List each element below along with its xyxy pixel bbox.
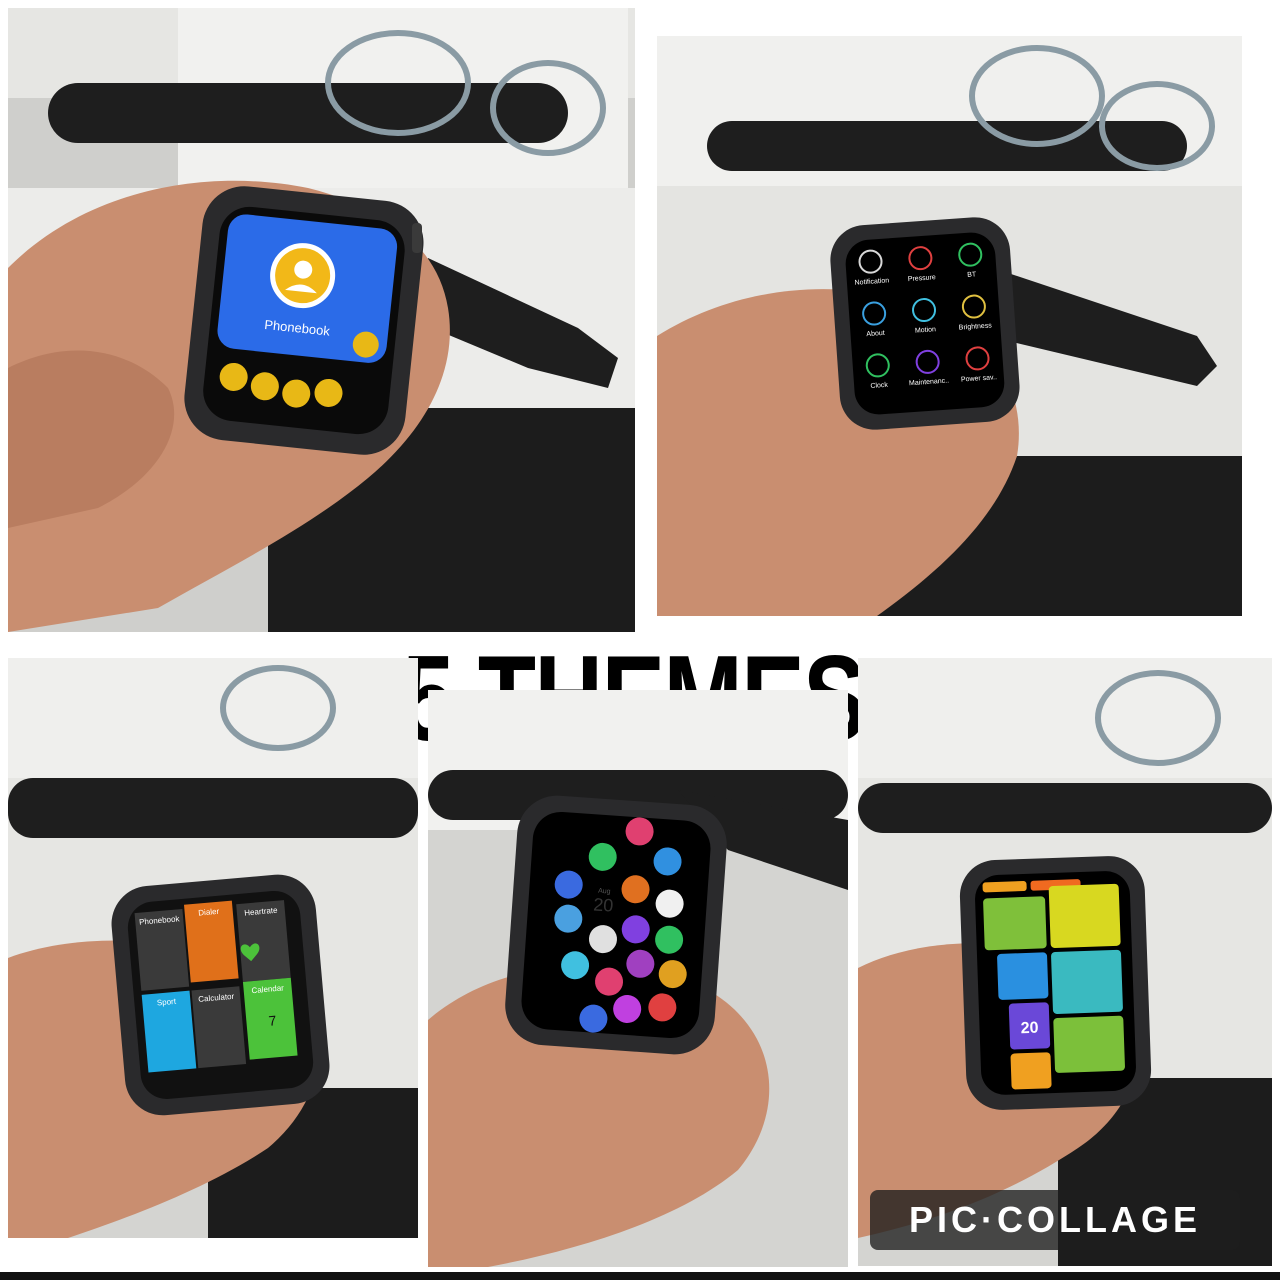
- photo-scene: Phonebook: [8, 8, 635, 632]
- photo-scene: Notification Pressure BTAbout Motion Brightn…: [657, 36, 1242, 616]
- bottom-rule: [0, 1272, 1280, 1280]
- tile-top-left: [982, 881, 1027, 893]
- bell-tile: [1048, 883, 1121, 948]
- camera-tile: [983, 896, 1047, 951]
- pic-collage-watermark: PIC·COLLAGE: [870, 1190, 1240, 1250]
- tile-label: Sport: [157, 997, 178, 1008]
- dialer-tile: [1053, 1015, 1125, 1073]
- photo-panel-phonebook-theme: Phonebook: [8, 8, 635, 632]
- tile-label: Dialer: [198, 907, 220, 918]
- calendar-day: 20: [593, 894, 614, 915]
- calculator-tile: [1051, 949, 1123, 1014]
- phone-tile: [1010, 1052, 1052, 1090]
- photo-panel-settings-theme: Notification Pressure BT About Motion Brightn…: [657, 36, 1242, 616]
- menu-label: Clock: [870, 382, 888, 390]
- calendar-month: Aug: [598, 888, 611, 896]
- photo-scene: 20 Aug: [428, 690, 848, 1267]
- photo-scene: 20: [858, 658, 1272, 1266]
- photo-panel-tiles-theme: Phonebook Dialer Heartrate Sport Calculator C…: [8, 658, 418, 1238]
- menu-label: Motion: [915, 326, 937, 334]
- calendar-day: 20: [1020, 1020, 1038, 1038]
- menu-label: BT: [967, 271, 977, 279]
- menu-label: About: [866, 330, 885, 338]
- calendar-day: 7: [268, 1012, 277, 1029]
- photo-scene: PhonebookDialer HeartrateSport CalculatorC…: [8, 658, 418, 1238]
- photo-panel-metro-theme: 20: [858, 658, 1272, 1266]
- photo-panel-bubble-theme: 20 Aug: [428, 690, 848, 1267]
- bluetooth-tile: [997, 952, 1049, 1000]
